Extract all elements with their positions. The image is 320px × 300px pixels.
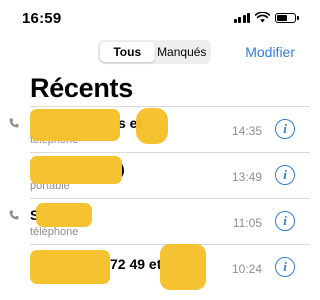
call-row[interactable]: ) portable 13:49 i (0, 152, 310, 198)
contact-name: 72 49 et (110, 256, 162, 272)
segment-missed[interactable]: Manqués (155, 42, 210, 62)
redaction-mark (30, 250, 110, 284)
redaction-mark (136, 108, 168, 144)
call-type-label: téléphone (30, 226, 79, 238)
wifi-icon (255, 12, 270, 23)
call-row[interactable]: S téléphone 11:05 i (0, 198, 310, 244)
page-title: Récents (30, 73, 133, 103)
redaction-mark (30, 156, 122, 184)
redaction-mark (160, 244, 206, 290)
info-icon[interactable]: i (275, 257, 295, 277)
call-time: 14:35 (231, 124, 262, 138)
call-time: 11:05 (232, 216, 262, 230)
redaction-mark (30, 109, 120, 141)
signal-bars-icon (233, 12, 250, 23)
outgoing-call-icon (9, 118, 19, 128)
info-icon[interactable]: i (275, 165, 295, 185)
status-bar: 16:59 (0, 0, 310, 34)
battery-icon (275, 12, 299, 23)
outgoing-call-icon (9, 210, 19, 220)
edit-button[interactable]: Modifier (245, 44, 295, 60)
call-time: 10:24 (231, 262, 262, 276)
status-time: 16:59 (22, 10, 62, 27)
row-separator (30, 152, 310, 153)
redaction-mark (36, 203, 92, 227)
info-icon[interactable]: i (275, 211, 295, 231)
call-time: 13:49 (231, 170, 262, 184)
info-icon[interactable]: i (275, 119, 295, 139)
call-filter-segmented-control[interactable]: Tous Manqués (98, 40, 211, 64)
status-icons (233, 12, 299, 23)
call-row[interactable]: 72 49 et 10:24 i (0, 244, 310, 290)
call-row[interactable]: s et téléphone 14:35 i (0, 106, 310, 152)
row-separator (30, 106, 310, 107)
segment-all[interactable]: Tous (100, 42, 155, 62)
row-separator (30, 198, 310, 199)
